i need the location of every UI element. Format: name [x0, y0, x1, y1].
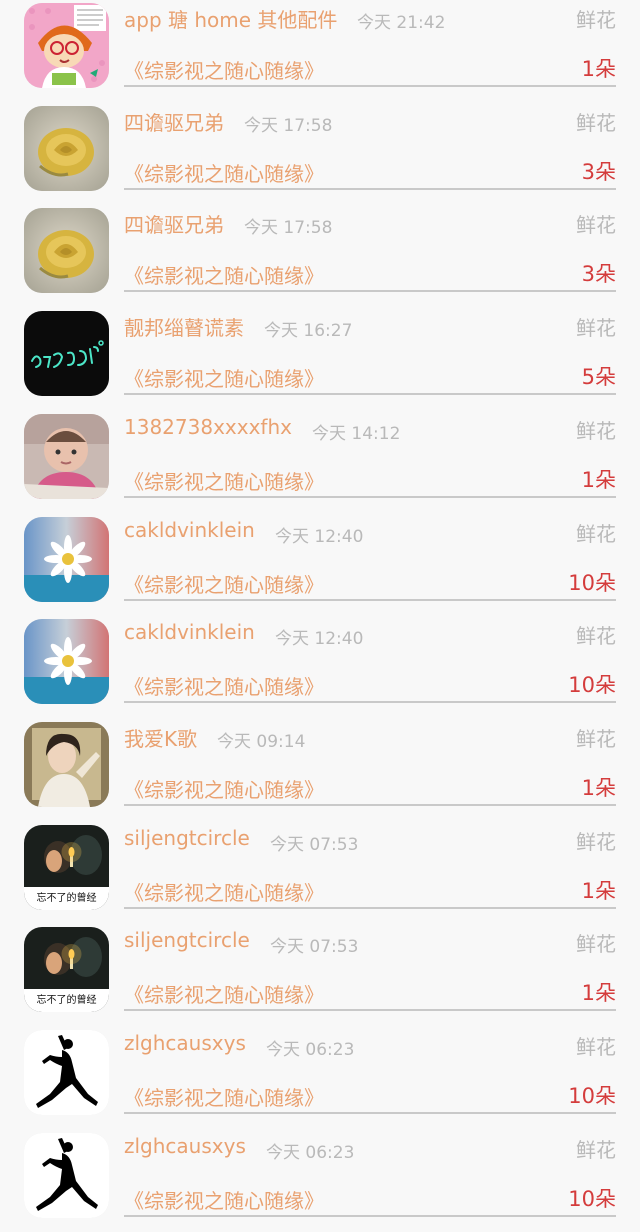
book-title[interactable]: 《综影视之随心随缘》	[124, 671, 324, 700]
row-divider	[124, 188, 616, 190]
gift-type-label: 鲜花	[576, 316, 616, 340]
sender-name[interactable]: 1382738xxxxfhx	[124, 415, 292, 439]
woman-portrait-avatar-icon[interactable]	[24, 722, 109, 807]
daisy-avatar-icon[interactable]	[24, 619, 109, 704]
send-time: 今天 07:53	[270, 937, 359, 957]
sender-name[interactable]: cakldvinklein	[124, 620, 255, 644]
gift-type-label: 鲜花	[576, 111, 616, 135]
yellow-rose-avatar-icon[interactable]	[24, 208, 109, 293]
book-title[interactable]: 《综影视之随心随缘》	[124, 877, 324, 906]
avatar-caption: 忘不了的曾经	[36, 995, 97, 1006]
gift-record-row[interactable]: 靓邦缁瞽谎素 今天 16:27 鲜花《综影视之随心随缘》 5朵	[0, 308, 640, 410]
cartoon-girl-avatar-icon[interactable]	[24, 3, 109, 88]
send-time: 今天 21:42	[357, 13, 446, 33]
send-time: 今天 12:40	[275, 629, 364, 649]
row-divider	[124, 85, 616, 87]
gift-count: 10朵	[568, 571, 616, 595]
jumpman-logo-avatar-icon[interactable]	[24, 1030, 109, 1115]
row-divider	[124, 1215, 616, 1217]
sender-name[interactable]: 四谵驱兄弟	[124, 209, 224, 238]
gift-count: 1朵	[581, 879, 616, 903]
gift-record-list: app 瑭 home 其他配件 今天 21:42 鲜花 《综影视之随心随缘》 1朵 四谵驱…	[0, 0, 640, 1218]
gift-count: 1朵	[581, 776, 616, 800]
gift-count: 10朵	[568, 1084, 616, 1108]
book-title[interactable]: 《综影视之随心随缘》	[124, 1185, 324, 1214]
candle-couple-avatar-icon[interactable]: 忘不了的曾经	[24, 927, 109, 1012]
send-time: 今天 06:23	[266, 1040, 355, 1060]
gift-type-label: 鲜花	[576, 830, 616, 854]
gift-record-row[interactable]: cakldvinklein 今天 12:40 鲜花《综影视之随心随缘》 10朵	[0, 616, 640, 718]
gift-type-label: 鲜花	[576, 1138, 616, 1162]
gift-record-row[interactable]: 忘不了的曾经 siljengtcircle 今天 07:53 鲜花《综影视之随心随缘》…	[0, 822, 640, 924]
send-time: 今天 09:14	[217, 732, 306, 752]
send-time: 今天 06:23	[266, 1143, 355, 1163]
avatar-caption: 忘不了的曾经	[36, 893, 97, 904]
sender-name[interactable]: zlghcausxys	[124, 1031, 246, 1055]
book-title[interactable]: 《综影视之随心随缘》	[124, 569, 324, 598]
gift-type-label: 鲜花	[576, 624, 616, 648]
row-divider	[124, 1112, 616, 1114]
row-divider	[124, 907, 616, 909]
book-title[interactable]: 《综影视之随心随缘》	[124, 363, 324, 392]
row-divider	[124, 804, 616, 806]
gift-count: 1朵	[581, 981, 616, 1005]
black-neon-text-avatar-icon[interactable]	[24, 311, 109, 396]
gift-type-label: 鲜花	[576, 213, 616, 237]
book-title[interactable]: 《综影视之随心随缘》	[124, 979, 324, 1008]
gift-type-label: 鲜花	[576, 8, 616, 32]
send-time: 今天 17:58	[244, 218, 333, 238]
daisy-avatar-icon[interactable]	[24, 517, 109, 602]
gift-type-label: 鲜花	[576, 932, 616, 956]
yellow-rose-avatar-icon[interactable]	[24, 106, 109, 191]
send-time: 今天 12:40	[275, 527, 364, 547]
gift-record-row[interactable]: 四谵驱兄弟 今天 17:58 鲜花《综影视之随心随缘》 3朵	[0, 103, 640, 205]
gift-record-row[interactable]: 四谵驱兄弟 今天 17:58 鲜花《综影视之随心随缘》 3朵	[0, 205, 640, 307]
gift-record-row[interactable]: zlghcausxys 今天 06:23 鲜花《综影视之随心随缘》 10朵	[0, 1130, 640, 1232]
row-divider	[124, 701, 616, 703]
sender-name[interactable]: 靓邦缁瞽谎素	[124, 312, 244, 341]
gift-record-row[interactable]: zlghcausxys 今天 06:23 鲜花《综影视之随心随缘》 10朵	[0, 1027, 640, 1129]
sender-name[interactable]: 我爱K歌	[124, 723, 197, 752]
send-time: 今天 07:53	[270, 835, 359, 855]
row-divider	[124, 599, 616, 601]
gift-record-row[interactable]: app 瑭 home 其他配件 今天 21:42 鲜花《综影视之随心随缘》 1朵	[0, 0, 640, 102]
book-title[interactable]: 《综影视之随心随缘》	[124, 55, 324, 84]
book-title[interactable]: 《综影视之随心随缘》	[124, 158, 324, 187]
gift-count: 10朵	[568, 673, 616, 697]
row-divider	[124, 393, 616, 395]
candle-couple-avatar-icon[interactable]: 忘不了的曾经	[24, 825, 109, 910]
gift-count: 1朵	[581, 468, 616, 492]
sender-name[interactable]: app 瑭 home 其他配件	[124, 4, 337, 33]
gift-count: 1朵	[581, 57, 616, 81]
gift-count: 10朵	[568, 1187, 616, 1211]
row-divider	[124, 496, 616, 498]
gift-count: 5朵	[581, 365, 616, 389]
sender-name[interactable]: cakldvinklein	[124, 518, 255, 542]
sender-name[interactable]: zlghcausxys	[124, 1134, 246, 1158]
sender-name[interactable]: 四谵驱兄弟	[124, 107, 224, 136]
send-time: 今天 14:12	[312, 424, 401, 444]
baby-photo-avatar-icon[interactable]	[24, 414, 109, 499]
gift-type-label: 鲜花	[576, 419, 616, 443]
send-time: 今天 17:58	[244, 116, 333, 136]
row-divider	[124, 290, 616, 292]
gift-record-row[interactable]: cakldvinklein 今天 12:40 鲜花《综影视之随心随缘》 10朵	[0, 514, 640, 616]
jumpman-logo-avatar-icon[interactable]	[24, 1133, 109, 1218]
gift-count: 3朵	[581, 262, 616, 286]
book-title[interactable]: 《综影视之随心随缘》	[124, 260, 324, 289]
gift-type-label: 鲜花	[576, 1035, 616, 1059]
send-time: 今天 16:27	[264, 321, 353, 341]
gift-type-label: 鲜花	[576, 727, 616, 751]
book-title[interactable]: 《综影视之随心随缘》	[124, 774, 324, 803]
book-title[interactable]: 《综影视之随心随缘》	[124, 1082, 324, 1111]
gift-record-row[interactable]: 我爱K歌 今天 09:14 鲜花《综影视之随心随缘》 1朵	[0, 719, 640, 821]
sender-name[interactable]: siljengtcircle	[124, 928, 250, 952]
gift-record-row[interactable]: 1382738xxxxfhx 今天 14:12 鲜花《综影视之随心随缘》 1朵	[0, 411, 640, 513]
sender-name[interactable]: siljengtcircle	[124, 826, 250, 850]
gift-record-row[interactable]: 忘不了的曾经 siljengtcircle 今天 07:53 鲜花《综影视之随心随缘》…	[0, 924, 640, 1026]
row-divider	[124, 1009, 616, 1011]
gift-type-label: 鲜花	[576, 522, 616, 546]
gift-count: 3朵	[581, 160, 616, 184]
book-title[interactable]: 《综影视之随心随缘》	[124, 466, 324, 495]
